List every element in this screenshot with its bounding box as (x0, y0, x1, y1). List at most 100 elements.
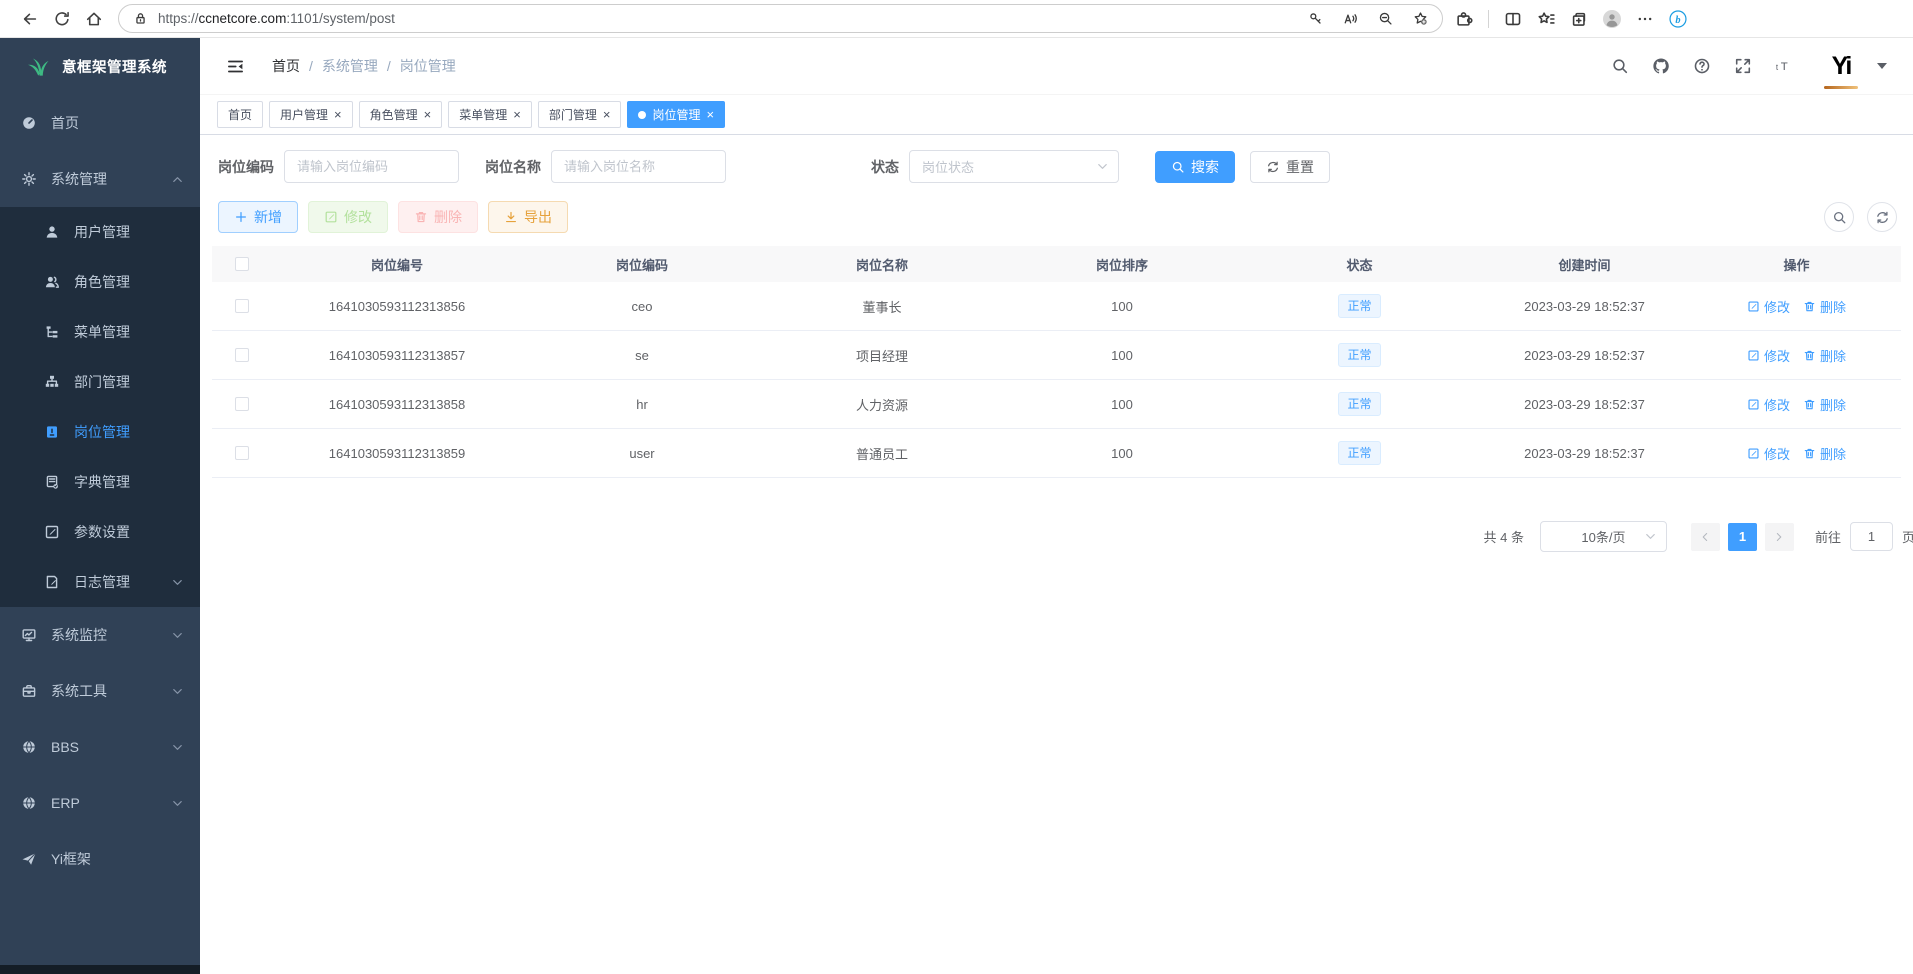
header-search-icon[interactable] (1611, 57, 1629, 75)
cell-select (212, 299, 272, 313)
browser-home-button[interactable] (78, 4, 110, 34)
tab-label: 用户管理 (280, 106, 328, 123)
sidebar-item-role-management[interactable]: 角色管理 (0, 257, 200, 307)
toggle-search-button[interactable] (1824, 202, 1854, 232)
avatar-caret-down-icon[interactable] (1877, 63, 1887, 69)
close-icon[interactable]: × (334, 108, 342, 121)
help-icon[interactable] (1693, 57, 1711, 75)
cell-post-code: se (522, 348, 762, 363)
close-icon[interactable]: × (603, 108, 611, 121)
favorites-icon[interactable] (1537, 10, 1555, 28)
row-delete-link[interactable]: 删除 (1803, 346, 1846, 365)
row-delete-link[interactable]: 删除 (1803, 297, 1846, 316)
sidebar-item-bbs[interactable]: BBS (0, 719, 200, 775)
close-icon[interactable]: × (513, 108, 521, 121)
reset-button[interactable]: 重置 (1250, 151, 1330, 183)
address-bar[interactable]: https://ccnetcore.com:1101/system/post (118, 4, 1443, 33)
row-edit-link-label: 修改 (1764, 297, 1790, 316)
sidebar-item-yi-framework[interactable]: Yi框架 (0, 831, 200, 887)
row-edit-link-label: 修改 (1764, 346, 1790, 365)
sidebar-item-home[interactable]: 首页 (0, 95, 200, 151)
sidebar-item-erp[interactable]: ERP (0, 775, 200, 831)
page-size-select[interactable]: 10条/页 (1540, 521, 1667, 552)
fullscreen-icon[interactable] (1734, 57, 1752, 75)
breadcrumb-home[interactable]: 首页 (272, 56, 300, 76)
sidebar-item-user-management[interactable]: 用户管理 (0, 207, 200, 257)
page-number-1[interactable]: 1 (1728, 523, 1757, 551)
row-edit-link[interactable]: 修改 (1747, 297, 1790, 316)
plant-logo-icon (26, 54, 52, 80)
cell-actions: 修改删除 (1692, 395, 1901, 414)
user-avatar[interactable]: Yi (1822, 49, 1860, 83)
refresh-table-button[interactable] (1867, 202, 1897, 232)
sidebar-collapse-icon[interactable] (226, 57, 245, 76)
globe-icon (21, 739, 37, 755)
tab-dept-management[interactable]: 部门管理× (538, 101, 622, 128)
edit-button[interactable]: 修改 (308, 201, 388, 233)
row-checkbox[interactable] (235, 299, 249, 313)
browser-profile-avatar[interactable] (1603, 10, 1621, 28)
page-unit-label: 页 (1902, 527, 1913, 546)
cell-actions: 修改删除 (1692, 346, 1901, 365)
tab-label: 角色管理 (370, 106, 418, 123)
row-edit-link[interactable]: 修改 (1747, 444, 1790, 463)
password-key-icon[interactable] (1308, 11, 1323, 26)
prev-page-button[interactable] (1691, 523, 1720, 551)
row-checkbox[interactable] (235, 397, 249, 411)
close-icon[interactable]: × (424, 108, 432, 121)
sidebar-item-param-settings[interactable]: 参数设置 (0, 507, 200, 557)
sidebar-item-system-management[interactable]: 系统管理 (0, 151, 200, 207)
sidebar-item-dict-management[interactable]: 字典管理 (0, 457, 200, 507)
post-code-input[interactable] (284, 150, 459, 183)
select-all-checkbox[interactable] (235, 257, 249, 271)
goto-page-input[interactable] (1850, 522, 1893, 551)
cell-post-id: 1641030593112313857 (272, 348, 522, 363)
zoom-out-icon[interactable] (1378, 11, 1393, 26)
sidebar-item-label: 首页 (51, 113, 79, 133)
row-checkbox[interactable] (235, 348, 249, 362)
row-delete-link[interactable]: 删除 (1803, 395, 1846, 414)
row-delete-link[interactable]: 删除 (1803, 444, 1846, 463)
tab-menu-management[interactable]: 菜单管理× (448, 101, 532, 128)
sidebar-item-system-monitor[interactable]: 系统监控 (0, 607, 200, 663)
lock-icon[interactable] (133, 11, 148, 26)
filter-form: 岗位编码 岗位名称 状态 岗位状态 搜索 重置 (212, 150, 1901, 183)
tab-home[interactable]: 首页 (217, 101, 263, 128)
delete-button[interactable]: 删除 (398, 201, 478, 233)
next-page-button[interactable] (1765, 523, 1794, 551)
tab-user-management[interactable]: 用户管理 × (269, 101, 353, 128)
tab-post-management[interactable]: 岗位管理× (627, 101, 725, 128)
sidebar-item-log-management[interactable]: 日志管理 (0, 557, 200, 607)
extensions-icon[interactable] (1455, 10, 1473, 28)
bing-chat-icon[interactable]: b (1669, 10, 1687, 28)
post-name-input[interactable] (551, 150, 726, 183)
browser-more-icon[interactable] (1636, 10, 1654, 28)
close-icon[interactable]: × (706, 108, 714, 121)
row-edit-link[interactable]: 修改 (1747, 395, 1790, 414)
github-icon[interactable] (1652, 57, 1670, 75)
row-edit-link[interactable]: 修改 (1747, 346, 1790, 365)
sidebar-item-label: 菜单管理 (74, 322, 130, 342)
row-checkbox[interactable] (235, 446, 249, 460)
cell-actions: 修改删除 (1692, 297, 1901, 316)
read-aloud-icon[interactable] (1343, 11, 1358, 26)
favorite-add-icon[interactable] (1413, 11, 1428, 26)
font-size-icon[interactable]: tT (1775, 57, 1793, 75)
split-screen-icon[interactable] (1504, 10, 1522, 28)
add-button[interactable]: 新增 (218, 201, 298, 233)
sidebar-item-system-tools[interactable]: 系统工具 (0, 663, 200, 719)
browser-refresh-button[interactable] (46, 4, 78, 34)
export-button[interactable]: 导出 (488, 201, 568, 233)
collections-icon[interactable] (1570, 10, 1588, 28)
sidebar-item-dept-management[interactable]: 部门管理 (0, 357, 200, 407)
sidebar-item-menu-management[interactable]: 菜单管理 (0, 307, 200, 357)
browser-back-button[interactable] (14, 4, 46, 34)
sidebar-item-post-management[interactable]: 岗位管理 (0, 407, 200, 457)
reset-button-label: 重置 (1286, 157, 1314, 177)
chevron-down-icon (171, 576, 184, 589)
column-header: 岗位编号 (272, 255, 522, 274)
sidebar-item-label: 用户管理 (74, 222, 130, 242)
status-select[interactable]: 岗位状态 (909, 150, 1119, 183)
tab-role-management[interactable]: 角色管理 × (359, 101, 443, 128)
search-button[interactable]: 搜索 (1155, 151, 1235, 183)
